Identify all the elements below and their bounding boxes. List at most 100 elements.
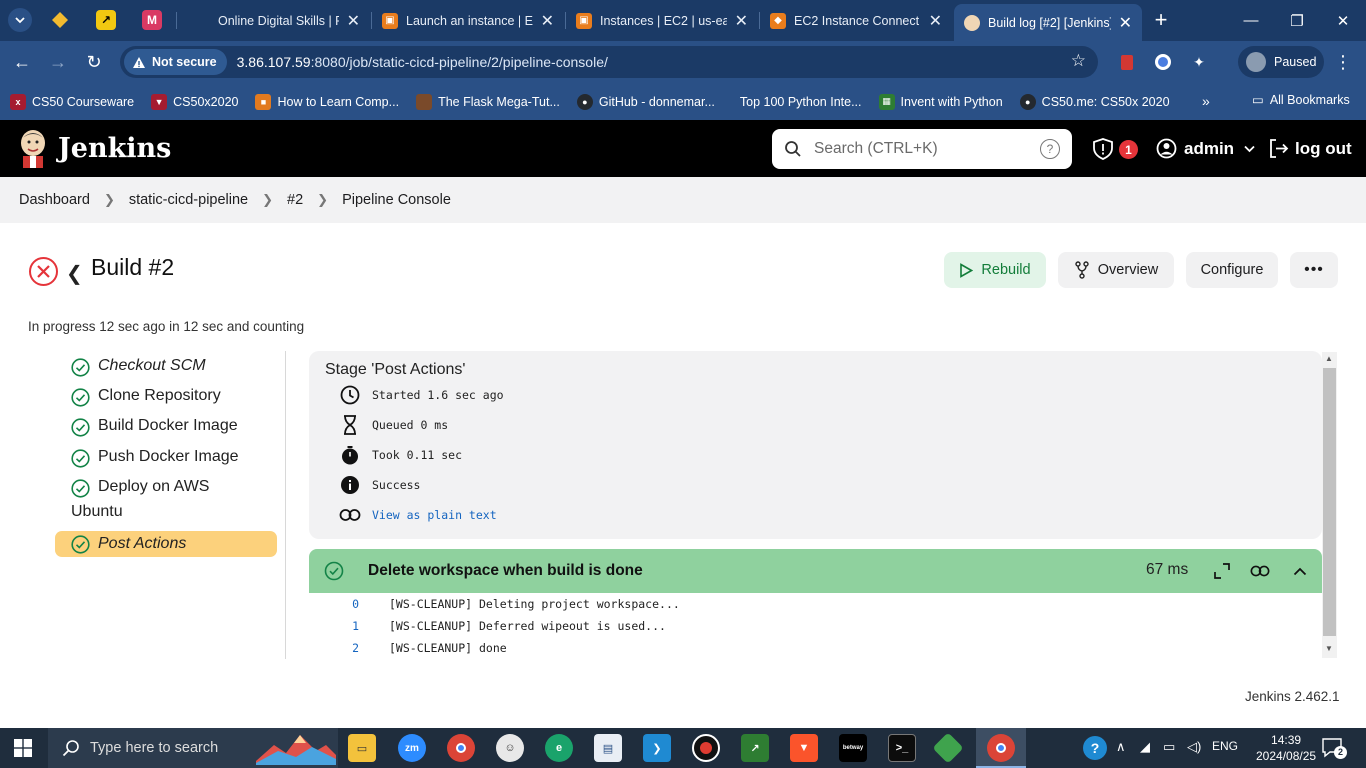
tab-build-log[interactable]: Build log [#2] [Jenkins] ✕ [954, 4, 1142, 41]
omnibox[interactable]: Not secure 3.86.107.59:8080/job/static-c… [120, 46, 1098, 78]
brave-icon[interactable]: ▼ [790, 734, 818, 762]
rebuild-button[interactable]: Rebuild [944, 252, 1046, 288]
scrollbar[interactable]: ▲ ▼ [1322, 352, 1337, 658]
stage-item-build-docker-image[interactable]: Build Docker Image [55, 417, 277, 437]
bookmark-cs50x2020[interactable]: ▼ CS50x2020 [151, 93, 238, 110]
tab-ec2-instance-connect[interactable]: ◆ EC2 Instance Connect | ✕ [760, 0, 952, 41]
search-input[interactable] [814, 140, 1034, 158]
bookmark-how-to-learn[interactable]: ■ How to Learn Comp... [255, 93, 399, 110]
breadcrumb-pipeline-console[interactable]: Pipeline Console [342, 192, 451, 208]
forward-button[interactable]: → [44, 49, 72, 75]
close-icon[interactable]: ✕ [541, 11, 554, 31]
tab-search-button[interactable] [8, 8, 32, 32]
log-line-number[interactable]: 1 [309, 619, 359, 633]
more-actions-button[interactable]: ••• [1290, 252, 1338, 288]
stage-item-checkout-scm[interactable]: Checkout SCM [55, 357, 277, 377]
system-clock[interactable]: 14:39 2024/08/25 [1256, 732, 1316, 764]
log-line-number[interactable]: 2 [309, 641, 359, 655]
view-plain-text-link[interactable]: View as plain text [372, 508, 497, 522]
help-icon[interactable]: ? [1040, 139, 1060, 159]
tab-launch-instance[interactable]: ▣ Launch an instance | EC ✕ [372, 0, 564, 41]
user-menu[interactable]: admin [1156, 138, 1255, 159]
zoom-icon[interactable]: zm [398, 734, 426, 762]
close-icon[interactable]: ✕ [347, 11, 360, 31]
edge-icon[interactable]: e [545, 734, 573, 762]
stage-item-push-docker-image[interactable]: Push Docker Image [55, 448, 277, 468]
scrollbar-thumb[interactable] [1323, 368, 1336, 636]
new-tab-button[interactable]: + [1150, 7, 1172, 32]
jenkins-version[interactable]: Jenkins 2.462.1 [1245, 689, 1340, 704]
battery-icon[interactable]: ▭ [1163, 739, 1175, 755]
git-icon[interactable] [932, 732, 964, 764]
profile-button[interactable]: Paused [1238, 46, 1324, 78]
help-icon[interactable]: ? [1083, 736, 1107, 760]
stage-item-deploy-on-aws[interactable]: Deploy on AWS Ubuntu [55, 478, 277, 526]
windows-start-icon[interactable] [14, 739, 32, 757]
breadcrumb-dashboard[interactable]: Dashboard [19, 192, 90, 208]
betway-icon[interactable]: betway [839, 734, 867, 762]
breadcrumb-job[interactable]: static-cicd-pipeline [129, 192, 248, 208]
terminal-icon[interactable]: >_ [888, 734, 916, 762]
tab-instances[interactable]: ▣ Instances | EC2 | us-eas ✕ [566, 0, 758, 41]
bookmarks-overflow-icon[interactable]: » [1202, 93, 1210, 109]
restore-button[interactable]: ❐ [1274, 0, 1320, 41]
all-bookmarks[interactable]: ▭ All Bookmarks [1252, 92, 1350, 108]
close-icon[interactable]: ✕ [1119, 13, 1132, 33]
scroll-up-icon[interactable]: ▲ [1325, 354, 1333, 363]
chevron-left-icon[interactable]: ❮ [66, 261, 83, 286]
security-shield-icon[interactable] [1092, 138, 1114, 160]
jenkins-search-box[interactable]: ? [772, 129, 1072, 169]
breadcrumb-build[interactable]: #2 [287, 192, 303, 208]
configure-button[interactable]: Configure [1186, 252, 1278, 288]
extension-chrome-icon[interactable] [1150, 49, 1176, 75]
close-icon[interactable]: ✕ [735, 11, 748, 31]
step-header[interactable]: Delete workspace when build is done 67 m… [309, 549, 1322, 593]
minimize-button[interactable]: — [1228, 0, 1274, 41]
bookmark-github[interactable]: ● GitHub - donnemar... [576, 93, 715, 110]
logout-link[interactable]: log out [1268, 138, 1352, 159]
record-icon[interactable] [692, 734, 720, 762]
pinned-tab-gmail[interactable]: M [142, 10, 162, 30]
taskbar-chrome-active[interactable] [976, 728, 1026, 768]
network-icon[interactable]: ◢ [1140, 739, 1150, 755]
success-check-icon [71, 479, 90, 498]
pinned-tab-powerbi[interactable]: ↗ [96, 10, 116, 30]
close-window-button[interactable]: ✕ [1320, 0, 1366, 41]
extension-bookmark-icon[interactable] [1114, 49, 1140, 75]
bookmark-cs50-courseware[interactable]: x CS50 Courseware [10, 93, 134, 110]
back-button[interactable]: ← [8, 49, 36, 75]
language-indicator[interactable]: ENG [1212, 739, 1238, 753]
log-line-number[interactable]: 0 [309, 597, 359, 611]
file-explorer-icon[interactable]: ▭ [348, 734, 376, 762]
extensions-puzzle-icon[interactable]: ✦ [1186, 49, 1212, 75]
vscode-icon[interactable]: ❯ [643, 734, 671, 762]
taskbar-search[interactable]: Type here to search [48, 728, 338, 768]
stage-item-post-actions[interactable]: Post Actions [55, 531, 277, 557]
overview-button[interactable]: Overview [1058, 252, 1174, 288]
link-icon[interactable] [1250, 561, 1270, 581]
reload-button[interactable]: ↻ [80, 49, 108, 75]
notification-center-icon[interactable]: 2 [1322, 738, 1347, 759]
url-text[interactable]: 3.86.107.59:8080/job/static-cicd-pipelin… [237, 54, 608, 70]
app-icon[interactable]: ☺ [496, 734, 524, 762]
security-indicator[interactable]: Not secure [124, 49, 227, 75]
pinned-tab-binance[interactable] [50, 10, 70, 30]
close-icon[interactable]: ✕ [929, 11, 942, 31]
stage-item-clone-repository[interactable]: Clone Repository [55, 387, 277, 407]
bookmark-flask-mega[interactable]: The Flask Mega-Tut... [416, 93, 560, 110]
jenkins-home-link[interactable]: Jenkins [18, 128, 171, 168]
scroll-down-icon[interactable]: ▼ [1325, 644, 1333, 653]
bookmark-top-100-python[interactable]: Top 100 Python Inte... [740, 95, 862, 109]
file-app-icon[interactable]: ▤ [594, 734, 622, 762]
bookmark-invent-with-python[interactable]: ▦ Invent with Python [878, 93, 1003, 110]
bookmark-cs50-me[interactable]: ● CS50.me: CS50x 2020 [1019, 93, 1170, 110]
chart-app-icon[interactable]: ↗ [741, 734, 769, 762]
chevron-up-icon[interactable] [1290, 561, 1310, 581]
expand-icon[interactable] [1212, 561, 1232, 581]
bookmark-star-icon[interactable]: ☆ [1071, 51, 1086, 71]
tray-chevron-up-icon[interactable]: ∧ [1116, 739, 1126, 755]
tab-online-digital-skills[interactable]: Online Digital Skills | Fu ✕ [184, 0, 370, 41]
volume-icon[interactable]: ◁) [1187, 739, 1201, 755]
browser-menu-icon[interactable]: ⋮ [1330, 49, 1356, 75]
chrome-icon[interactable] [447, 734, 475, 762]
